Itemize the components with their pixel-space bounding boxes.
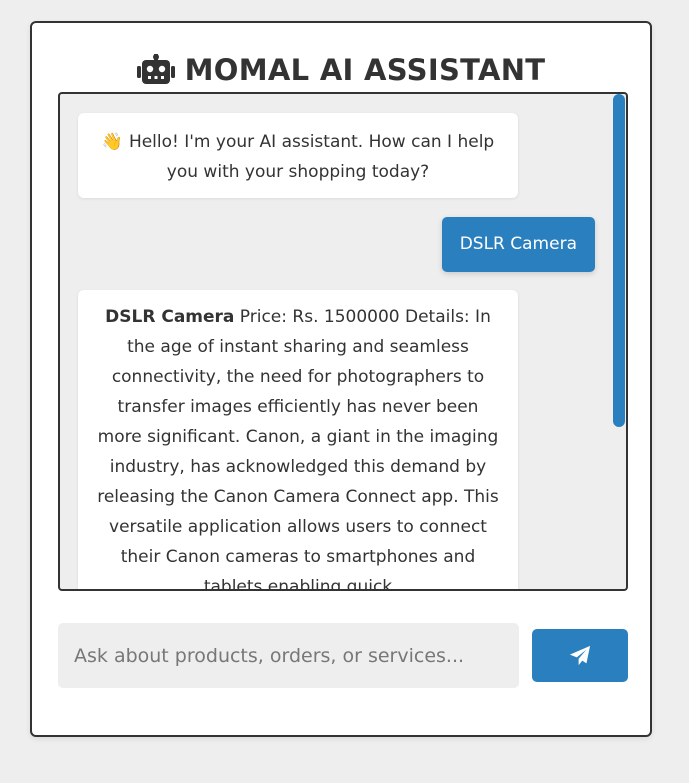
chat-messages[interactable]: 👋 Hello! I'm your AI assistant. How can I… — [58, 92, 628, 591]
chat-card: MOMAL AI ASSISTANT 👋 Hello! I'm your AI a… — [30, 21, 652, 737]
send-button[interactable] — [532, 629, 628, 682]
robot-icon — [136, 54, 175, 84]
page-title: MOMAL AI ASSISTANT — [32, 53, 650, 87]
title-text: MOMAL AI ASSISTANT — [184, 53, 546, 87]
product-name: DSLR Camera — [105, 307, 235, 327]
bot-message: 👋 Hello! I'm your AI assistant. How can I… — [78, 113, 518, 198]
bot-message-text: Price: Rs. 1500000 Details: In the age o… — [97, 307, 499, 591]
chat-scrollbar[interactable] — [613, 94, 625, 427]
waving-hand-icon: 👋 — [101, 132, 123, 152]
bot-message-text: Hello! I'm your AI assistant. How can I … — [128, 132, 495, 182]
chat-input[interactable] — [58, 623, 519, 688]
user-message-text: DSLR Camera — [459, 234, 577, 254]
bot-message: DSLR Camera Price: Rs. 1500000 Details: … — [78, 290, 518, 591]
paper-plane-icon — [569, 645, 591, 665]
user-message: DSLR Camera — [441, 217, 595, 272]
